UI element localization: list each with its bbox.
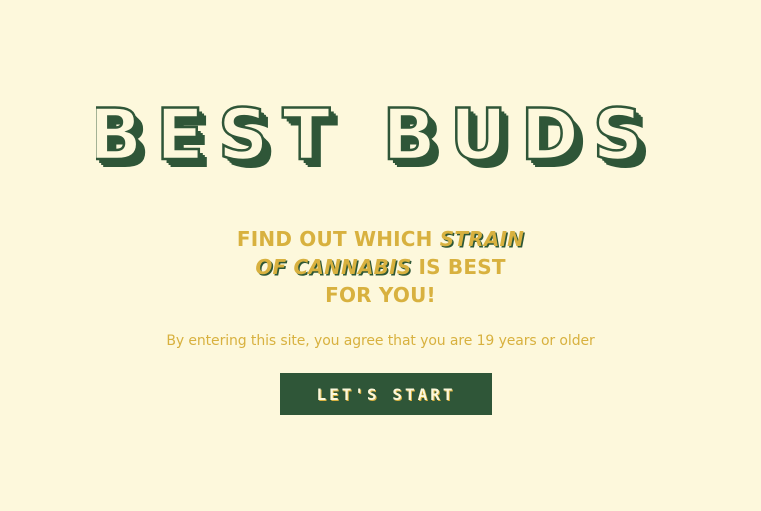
hero-line-3: FOR YOU! [325,283,436,307]
hero-line1-text: FIND OUT WHICH [236,227,440,251]
hero-line-1: FIND OUT WHICH STRAIN [0,225,761,253]
hero-line2-text: IS BEST [411,255,506,279]
site-logo: .lg { font-family: "DejaVu Sans", sans-s… [0,96,761,176]
logo-wordmark: .lg { font-family: "DejaVu Sans", sans-s… [96,96,657,176]
hero-line-2: OF CANNABIS IS BEST [0,253,761,281]
hero-headline: FIND OUT WHICH STRAIN OF CANNABIS IS BES… [0,225,761,309]
lets-start-label: LET'S START [316,384,456,404]
age-disclaimer: By entering this site, you agree that yo… [166,333,595,349]
hero-emphasis-strain: STRAIN [439,227,525,251]
hero-emphasis-cannabis: OF CANNABIS [255,255,412,279]
lets-start-button[interactable]: LET'S START [280,373,492,415]
logo-face: BEST BUDS [96,96,657,176]
landing-page: .lg { font-family: "DejaVu Sans", sans-s… [0,0,761,511]
